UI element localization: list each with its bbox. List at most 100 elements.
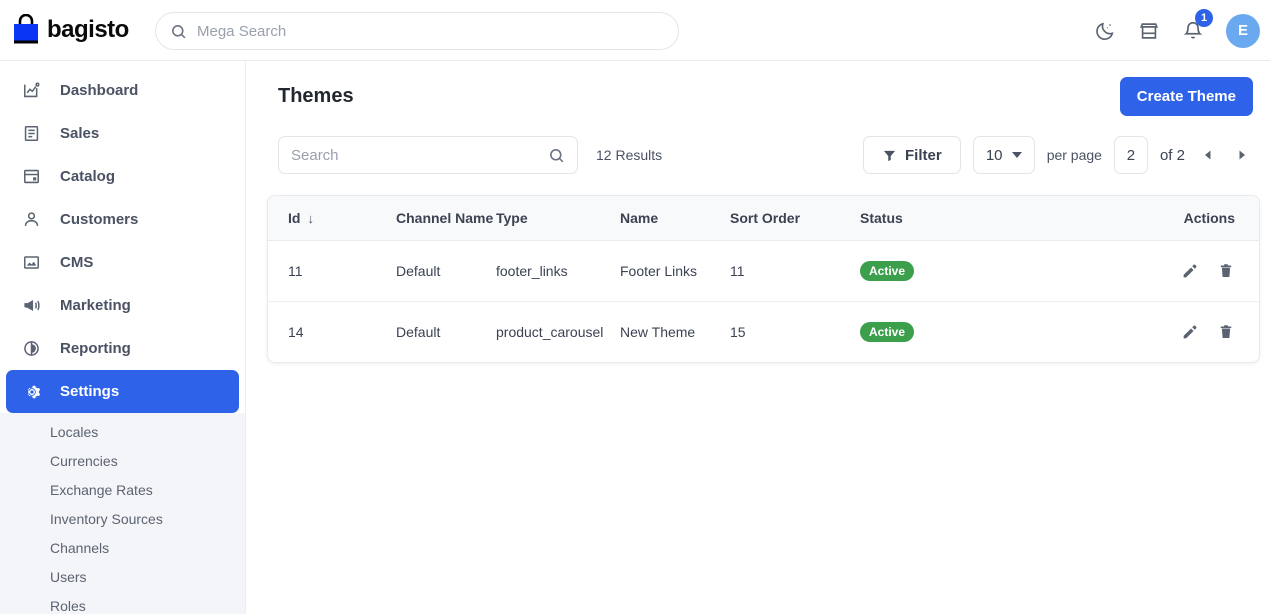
column-header-actions: Actions (1050, 196, 1259, 241)
table-header-row: Id ↓ Channel Name Type Name Sort Order St… (268, 196, 1259, 241)
column-header-id[interactable]: Id ↓ (268, 196, 396, 241)
themes-table-card: Id ↓ Channel Name Type Name Sort Order St… (267, 195, 1260, 363)
cell-id: 14 (288, 324, 304, 340)
settings-gear-icon (22, 382, 44, 402)
table-row[interactable]: 14 Default product_carousel New Theme 15… (268, 302, 1259, 363)
sidebar-item-settings[interactable]: Settings (6, 370, 239, 413)
per-page-select[interactable]: 10 (972, 136, 1035, 174)
cell-name: Footer Links (620, 240, 730, 302)
edit-row-button[interactable] (1181, 262, 1199, 280)
sidebar-item-label: Catalog (60, 168, 116, 185)
cell-actions (1050, 240, 1259, 302)
sidebar-subitem-label: Roles (50, 597, 86, 614)
table-search[interactable] (278, 136, 578, 174)
chevron-right-icon (1239, 150, 1245, 160)
sidebar-item-sales[interactable]: Sales (6, 112, 239, 155)
sales-icon (22, 124, 44, 143)
table-header: Id ↓ Channel Name Type Name Sort Order St… (268, 196, 1259, 241)
column-header-channel-name[interactable]: Channel Name (396, 196, 496, 241)
sidebar-subitem-label: Exchange Rates (50, 481, 153, 498)
sidebar-subitem-label: Locales (50, 423, 99, 440)
pencil-icon (1183, 325, 1197, 339)
delete-row-button[interactable] (1217, 323, 1235, 341)
prev-page-button[interactable] (1197, 140, 1219, 170)
sidebar: Dashboard Sales Catalog Customers CMS Ma… (0, 61, 245, 614)
cell-actions (1050, 302, 1259, 363)
column-header-type[interactable]: Type (496, 196, 620, 241)
column-header-name[interactable]: Name (620, 196, 730, 241)
sidebar-item-dashboard[interactable]: Dashboard (6, 69, 239, 112)
trash-icon (1220, 264, 1232, 277)
mega-search[interactable] (155, 12, 679, 50)
filter-button[interactable]: Filter (863, 136, 961, 174)
page-number-input[interactable] (1113, 136, 1148, 174)
notifications-icon[interactable]: 1 (1182, 8, 1213, 42)
sidebar-subitem-roles[interactable]: Roles (0, 591, 245, 614)
sidebar-item-label: CMS (60, 254, 94, 271)
sidebar-item-reporting[interactable]: Reporting (6, 327, 239, 370)
delete-row-button[interactable] (1217, 262, 1235, 280)
sidebar-subitem-channels[interactable]: Channels (0, 533, 245, 562)
table-row[interactable]: 11 Default footer_links Footer Links 11 … (268, 240, 1259, 302)
cell-status: Active (860, 240, 1050, 302)
settings-submenu: Locales Currencies Exchange Rates Invent… (0, 413, 245, 614)
table-search-input[interactable] (291, 146, 548, 164)
cell-sort-order: 15 (730, 324, 746, 340)
sidebar-subitem-currencies[interactable]: Currencies (0, 446, 245, 475)
sidebar-subitem-label: Currencies (50, 452, 118, 469)
sidebar-item-label: Dashboard (60, 82, 139, 99)
catalog-icon (22, 167, 44, 186)
sidebar-item-catalog[interactable]: Catalog (6, 155, 239, 198)
sidebar-subitem-users[interactable]: Users (0, 562, 245, 591)
cell-channel-name: Default (396, 324, 441, 340)
per-page-value: 10 (985, 146, 1003, 164)
total-pages-label: of 2 (1159, 146, 1185, 164)
chevron-left-icon (1205, 150, 1211, 160)
avatar[interactable]: E (1226, 13, 1260, 48)
dashboard-icon (22, 81, 44, 100)
notification-badge: 1 (1195, 8, 1213, 27)
marketing-icon (22, 296, 44, 315)
cell-type: product_carousel (496, 324, 604, 340)
brand-logo[interactable]: bagisto (12, 14, 142, 46)
sidebar-item-customers[interactable]: Customers (6, 198, 239, 241)
dark-mode-icon[interactable] (1094, 20, 1116, 42)
search-icon[interactable] (548, 147, 565, 164)
sidebar-subitem-inventory-sources[interactable]: Inventory Sources (0, 504, 245, 533)
edit-row-button[interactable] (1181, 323, 1199, 341)
sidebar-subitem-exchange-rates[interactable]: Exchange Rates (0, 475, 245, 504)
next-page-button[interactable] (1231, 140, 1253, 170)
brand-name: bagisto (47, 16, 129, 43)
page-title: Themes (278, 85, 354, 107)
sidebar-subitem-locales[interactable]: Locales (0, 417, 245, 446)
cell-status: Active (860, 302, 1050, 363)
sidebar-item-label: Settings (60, 383, 120, 400)
main-content: Themes Create Theme 12 Results Filter 10… (245, 61, 1270, 614)
sidebar-item-cms[interactable]: CMS (6, 241, 239, 284)
sidebar-item-marketing[interactable]: Marketing (6, 284, 239, 327)
sidebar-subitem-label: Inventory Sources (50, 510, 163, 527)
sidebar-item-label: Sales (60, 125, 100, 142)
top-bar: bagisto 1 (0, 0, 1270, 61)
sidebar-item-label: Marketing (60, 297, 131, 314)
customers-icon (22, 210, 44, 229)
cell-id: 11 (268, 240, 396, 302)
column-header-status[interactable]: Status (860, 196, 1050, 241)
sidebar-item-label: Customers (60, 211, 139, 228)
storefront-icon[interactable] (1138, 20, 1160, 42)
status-badge: Active (860, 261, 915, 281)
column-header-sort-order[interactable]: Sort Order (730, 196, 860, 241)
results-count: 12 Results (596, 147, 663, 163)
mega-search-input[interactable] (197, 22, 664, 40)
topbar-icon-group: 1 E (1094, 0, 1260, 61)
sidebar-item-label: Reporting (60, 340, 131, 357)
pagination-controls: Filter 10 per page of 2 (863, 136, 1253, 174)
page-header: Themes Create Theme (246, 61, 1270, 116)
shopping-bag-icon (14, 14, 38, 44)
chevron-down-icon (1011, 152, 1022, 158)
search-icon (172, 24, 186, 38)
create-theme-button[interactable]: Create Theme (1119, 77, 1253, 116)
filter-label: Filter (905, 146, 942, 164)
cell-name: New Theme (620, 324, 696, 340)
pencil-icon (1183, 264, 1197, 278)
